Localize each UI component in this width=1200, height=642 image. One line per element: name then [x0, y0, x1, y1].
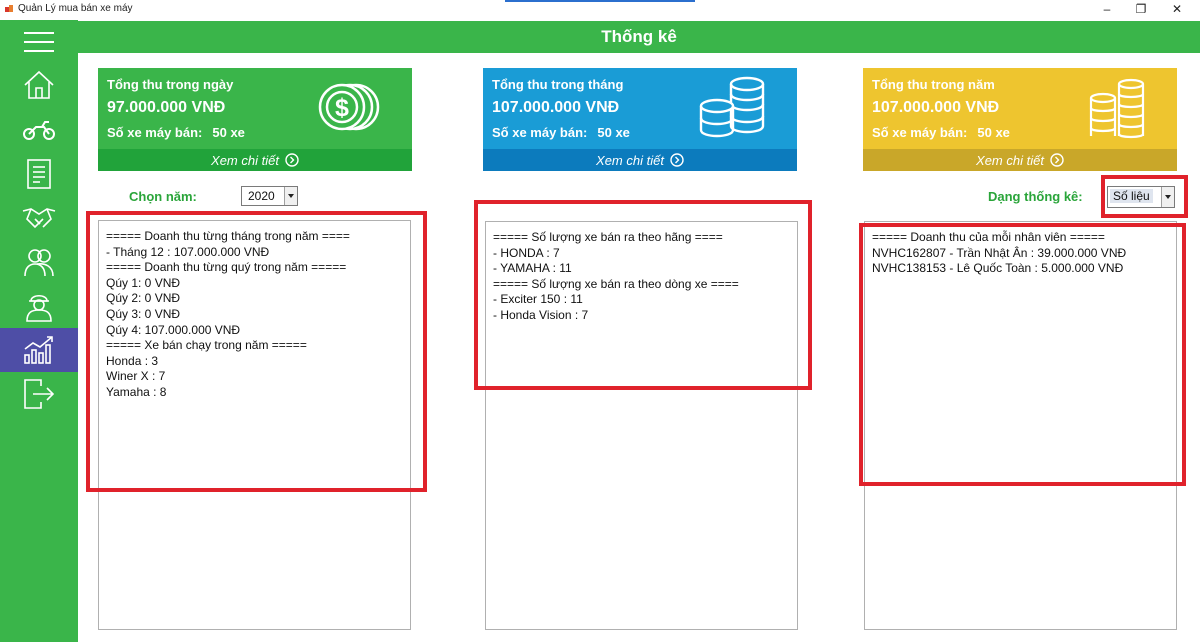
page-header: Thống kê — [78, 21, 1200, 53]
employee-stats-panel[interactable]: ===== Doanh thu của mỗi nhân viên ===== … — [864, 221, 1177, 630]
yearly-revenue-card: Tổng thu trong năm 107.000.000 VNĐ Số xe… — [863, 68, 1177, 171]
customers-icon — [24, 249, 54, 277]
sidebar-item-customers[interactable] — [0, 242, 78, 282]
card-amount: 97.000.000 VNĐ — [107, 99, 226, 116]
window-title: Quản Lý mua bán xe máy — [18, 3, 133, 14]
chevron-right-circle-icon — [285, 153, 299, 167]
card-count-value: 50 xe — [977, 125, 1010, 140]
stat-type-select-value: Số liệu — [1110, 189, 1153, 203]
card-count-value: 50 xe — [597, 125, 630, 140]
card-detail-label: Xem chi tiết — [976, 152, 1044, 168]
brand-stats-panel[interactable]: ===== Số lượng xe bán ra theo hãng ==== … — [485, 221, 798, 630]
sidebar-item-invoices[interactable] — [0, 154, 78, 194]
card-count-label: Số xe máy bán: — [872, 125, 968, 140]
coin-stacks-icon — [1089, 78, 1145, 139]
menu-icon — [24, 32, 54, 52]
card-count: Số xe máy bán: 50 xe — [492, 125, 630, 140]
stat-type-select[interactable]: Số liệu — [1107, 186, 1175, 208]
statistics-icon — [24, 336, 53, 364]
monthly-revenue-card: Tổng thu trong tháng 107.000.000 VNĐ Số … — [483, 68, 797, 171]
card-title: Tổng thu trong tháng — [492, 77, 624, 92]
year-select[interactable]: 2020 — [241, 186, 298, 206]
card-count: Số xe máy bán: 50 xe — [107, 125, 245, 140]
restore-button[interactable]: ❐ — [1126, 1, 1156, 19]
daily-revenue-card: Tổng thu trong ngày 97.000.000 VNĐ Số xe… — [98, 68, 412, 171]
card-detail-link[interactable]: Xem chi tiết — [483, 149, 797, 171]
card-count-label: Số xe máy bán: — [492, 125, 588, 140]
card-amount: 107.000.000 VNĐ — [872, 99, 1000, 116]
sidebar-item-logout[interactable] — [0, 374, 78, 414]
sidebar-item-motorbikes[interactable] — [0, 110, 78, 150]
brand-stats-text: ===== Số lượng xe bán ra theo hãng ==== … — [493, 230, 739, 322]
card-count-label: Số xe máy bán: — [107, 125, 203, 140]
title-accent-line — [505, 0, 695, 2]
employee-icon — [26, 294, 52, 322]
sidebar — [0, 20, 78, 642]
sidebar-item-statistics[interactable] — [0, 328, 78, 372]
close-button[interactable]: ✕ — [1162, 1, 1192, 19]
card-detail-label: Xem chi tiết — [211, 152, 279, 168]
revenue-stats-panel[interactable]: ===== Doanh thu từng tháng trong năm ===… — [98, 220, 411, 630]
employee-stats-text: ===== Doanh thu của mỗi nhân viên ===== … — [872, 230, 1127, 276]
stat-type-label: Dạng thống kê: — [988, 189, 1083, 204]
chevron-down-icon — [284, 187, 297, 205]
sidebar-menu-toggle[interactable] — [0, 22, 78, 62]
window-titlebar: Quản Lý mua bán xe máy – ❐ ✕ — [0, 0, 1200, 20]
coin-stacks-icon — [699, 76, 765, 138]
card-count: Số xe máy bán: 50 xe — [872, 125, 1010, 140]
app-icon — [5, 5, 13, 12]
chevron-right-circle-icon — [1050, 153, 1064, 167]
card-detail-link[interactable]: Xem chi tiết — [863, 149, 1177, 171]
home-icon — [24, 70, 54, 99]
card-count-value: 50 xe — [212, 125, 245, 140]
chevron-right-circle-icon — [670, 153, 684, 167]
revenue-stats-text: ===== Doanh thu từng tháng trong năm ===… — [106, 229, 350, 399]
chevron-down-icon — [1161, 187, 1174, 207]
year-select-value: 2020 — [248, 189, 275, 203]
page-title: Thống kê — [601, 27, 677, 46]
svg-text:$: $ — [335, 94, 349, 122]
logout-icon — [24, 379, 55, 409]
year-label: Chọn năm: — [129, 189, 197, 204]
handshake-icon — [22, 208, 56, 229]
sidebar-item-employees[interactable] — [0, 286, 78, 326]
card-title: Tổng thu trong ngày — [107, 77, 234, 92]
sidebar-item-sales[interactable] — [0, 198, 78, 238]
sidebar-item-home[interactable] — [0, 65, 78, 105]
card-detail-label: Xem chi tiết — [596, 152, 664, 168]
dollar-coins-icon: $ — [318, 83, 380, 131]
motorbike-icon — [23, 121, 55, 140]
card-detail-link[interactable]: Xem chi tiết — [98, 149, 412, 171]
card-amount: 107.000.000 VNĐ — [492, 99, 620, 116]
minimize-button[interactable]: – — [1092, 1, 1122, 19]
card-title: Tổng thu trong năm — [872, 77, 995, 92]
invoice-icon — [27, 159, 51, 189]
